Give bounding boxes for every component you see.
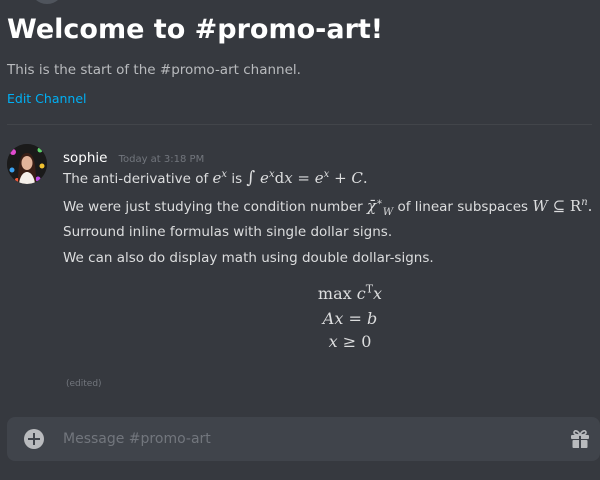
welcome-title: Welcome to #promo-art!: [7, 14, 384, 45]
math-subspace: W ⊆ Rn.: [532, 197, 593, 215]
message-header: sophie Today at 3:18 PM: [63, 147, 204, 166]
display-math-line-2: Ax = b: [322, 309, 378, 328]
message-line-1: The anti-derivative of ex is ∫ exdx = ex…: [63, 168, 368, 189]
plus-circle-icon[interactable]: [24, 429, 44, 449]
edit-channel-link[interactable]: Edit Channel: [7, 91, 87, 107]
channel-icon: [30, 0, 64, 4]
math-integral: ∫ exdx = ex + C.: [246, 168, 368, 188]
line-2-middle: of linear subspaces: [393, 199, 533, 215]
math-exp: ex: [212, 169, 228, 187]
gift-icon[interactable]: [569, 428, 591, 450]
edited-label: (edited): [66, 379, 102, 389]
message-input[interactable]: [63, 417, 553, 461]
chat-window: Welcome to #promo-art! This is the start…: [0, 0, 600, 480]
avatar-image: [7, 144, 47, 184]
divider: [7, 124, 592, 125]
line-1-prefix: The anti-derivative of: [63, 171, 213, 187]
line-2-prefix: We were just studying the condition numb…: [63, 199, 368, 215]
author-name[interactable]: sophie: [63, 150, 107, 166]
message-composer: [7, 417, 600, 461]
display-math-line-3: x ≥ 0: [328, 332, 372, 351]
message-line-2: We were just studying the condition numb…: [63, 196, 593, 218]
avatar[interactable]: [7, 144, 47, 184]
message-line-3: Surround inline formulas with single dol…: [63, 224, 393, 240]
welcome-subtitle: This is the start of the #promo-art chan…: [7, 62, 301, 78]
math-condition-number: χ̄∗W: [367, 197, 394, 218]
message-timestamp: Today at 3:18 PM: [118, 154, 205, 165]
line-1-middle: is: [227, 171, 247, 187]
message-line-4: We can also do display math using double…: [63, 250, 434, 266]
display-math-line-1: max cTx: [317, 282, 383, 303]
